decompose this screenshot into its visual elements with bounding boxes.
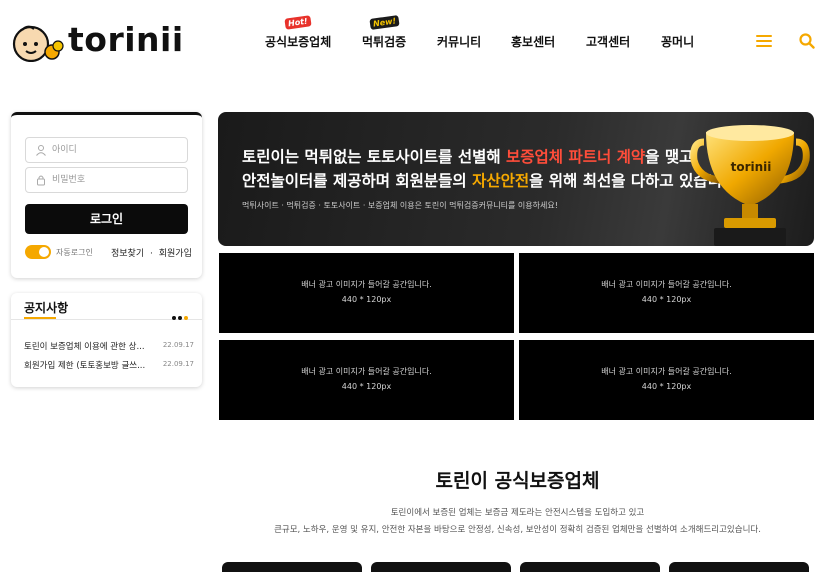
signup-link[interactable]: 회원가입: [159, 249, 192, 259]
hero-line-2: 안전놀이터를 제공하며 회원분들의 자산안전을 위해 최선을 다하고 있습니다.: [242, 169, 742, 191]
nav-item-customer-center[interactable]: 고객센터: [586, 33, 630, 50]
ad-banner-size: 440 * 120px: [641, 295, 692, 304]
partner-card[interactable]: [371, 562, 511, 572]
nav-item-community[interactable]: 커뮤니티: [437, 33, 481, 50]
login-panel: 아이디 비밀번호 로그인 자동로그인 정보찾기 · 회원가입: [11, 112, 202, 278]
nav-item-label: 고객센터: [586, 35, 631, 49]
main-nav: Hot! 공식보증업체 New! 먹튀검증 커뮤니티 홍보센터 고객센터 꽁머니: [0, 15, 835, 51]
nav-item-label: 커뮤니티: [437, 35, 482, 49]
hero-text: 토린이는 먹튀없는 토토사이트를 선별해: [242, 148, 507, 166]
notice-item-title: 회원가입 제한 (토토홍보방 글쓰...: [24, 361, 146, 371]
notice-item-date: 22.09.17: [162, 360, 194, 368]
section-description-line-1: 토린이에서 보증된 업체는 보증금 제도라는 안전시스템을 도입하고 있고: [390, 508, 645, 518]
partner-card[interactable]: [669, 562, 809, 572]
trophy-brand-text: torinii: [731, 160, 772, 174]
ad-banner-size: 440 * 120px: [341, 295, 392, 304]
hot-badge: Hot!: [284, 15, 312, 30]
partner-card[interactable]: [520, 562, 660, 572]
password-placeholder: 비밀번호: [52, 175, 86, 185]
username-input[interactable]: 아이디: [25, 137, 188, 163]
more-icon[interactable]: [172, 305, 190, 320]
trophy-icon: torinii: [690, 125, 810, 246]
site-header: torinii Hot! 공식보증업체 New! 먹튀검증 커뮤니티 홍보센터 …: [0, 0, 835, 82]
nav-item-scam-verification[interactable]: New! 먹튀검증: [362, 15, 407, 50]
hero-subtext: 먹튀사이트 · 먹튀검증 · 토토사이트 · 보증업체 이용은 토린이 먹튀검증…: [242, 201, 558, 210]
nav-item-promotion[interactable]: 홍보센터: [511, 33, 555, 50]
nav-item-label: 공식보증업체: [265, 35, 332, 49]
link-separator: ·: [150, 249, 153, 259]
nav-item-label: 먹튀검증: [362, 35, 407, 49]
nav-item-label: 꽁머니: [661, 35, 695, 49]
hero-highlight-yellow: 자산안전: [472, 172, 530, 190]
notice-item[interactable]: 토린이 보증업체 이용에 관한 상... 22.09.17: [24, 340, 194, 352]
password-input[interactable]: 비밀번호: [25, 167, 188, 193]
ad-banner-slot[interactable]: 배너 광고 이미지가 들어갈 공간입니다. 440 * 120px: [219, 340, 514, 420]
ad-banner-size: 440 * 120px: [641, 382, 692, 391]
lock-icon: [37, 175, 45, 186]
user-icon: [36, 145, 46, 156]
search-icon[interactable]: [799, 33, 815, 49]
section-description-line-2: 큰규모, 노하우, 운영 및 유지, 안전한 자본을 바탕으로 안정성, 신속성…: [274, 525, 761, 535]
hero-line-1: 토린이는 먹튀없는 토토사이트를 선별해 보증업체 파트너 계약을 맺고: [242, 145, 693, 167]
nav-item-free-money[interactable]: 꽁머니: [661, 33, 694, 50]
nav-item-verified-partners[interactable]: Hot! 공식보증업체: [265, 15, 332, 50]
hamburger-menu-icon[interactable]: [756, 35, 772, 47]
ad-banner-text: 배너 광고 이미지가 들어갈 공간입니다.: [601, 367, 732, 376]
find-info-link[interactable]: 정보찾기: [111, 249, 144, 259]
username-placeholder: 아이디: [52, 145, 77, 155]
notice-title-underline: [24, 317, 56, 319]
new-badge: New!: [369, 15, 400, 30]
section-title: 토린이 공식보증업체: [435, 470, 600, 492]
notice-item[interactable]: 회원가입 제한 (토토홍보방 글쓰... 22.09.17: [24, 359, 194, 371]
hero-banner[interactable]: 토린이는 먹튀없는 토토사이트를 선별해 보증업체 파트너 계약을 맺고 안전놀…: [218, 112, 814, 246]
notice-item-date: 22.09.17: [162, 341, 194, 349]
notice-item-title: 토린이 보증업체 이용에 관한 상...: [24, 342, 145, 352]
notice-title: 공지사항: [24, 301, 69, 315]
hero-text: 안전놀이터를 제공하며 회원분들의: [242, 172, 473, 190]
nav-item-label: 홍보센터: [511, 35, 556, 49]
partner-card[interactable]: [222, 562, 362, 572]
auto-login-toggle[interactable]: [25, 245, 51, 259]
ad-banner-slot[interactable]: 배너 광고 이미지가 들어갈 공간입니다. 440 * 120px: [519, 340, 814, 420]
ad-banner-text: 배너 광고 이미지가 들어갈 공간입니다.: [601, 280, 732, 289]
ad-banner-slot[interactable]: 배너 광고 이미지가 들어갈 공간입니다. 440 * 120px: [219, 253, 514, 333]
hero-highlight-red: 보증업체 파트너 계약: [506, 148, 646, 166]
login-button[interactable]: 로그인: [25, 204, 188, 234]
ad-banner-size: 440 * 120px: [341, 382, 392, 391]
hero-text: 을 맺고: [645, 148, 694, 166]
auto-login-label: 자동로그인: [56, 248, 93, 257]
ad-banner-slot[interactable]: 배너 광고 이미지가 들어갈 공간입니다. 440 * 120px: [519, 253, 814, 333]
account-links: 정보찾기 · 회원가입: [111, 246, 192, 259]
notice-panel: 공지사항 토린이 보증업체 이용에 관한 상... 22.09.17 회원가입 …: [11, 293, 202, 387]
ad-banner-text: 배너 광고 이미지가 들어갈 공간입니다.: [301, 367, 432, 376]
ad-banner-text: 배너 광고 이미지가 들어갈 공간입니다.: [301, 280, 432, 289]
